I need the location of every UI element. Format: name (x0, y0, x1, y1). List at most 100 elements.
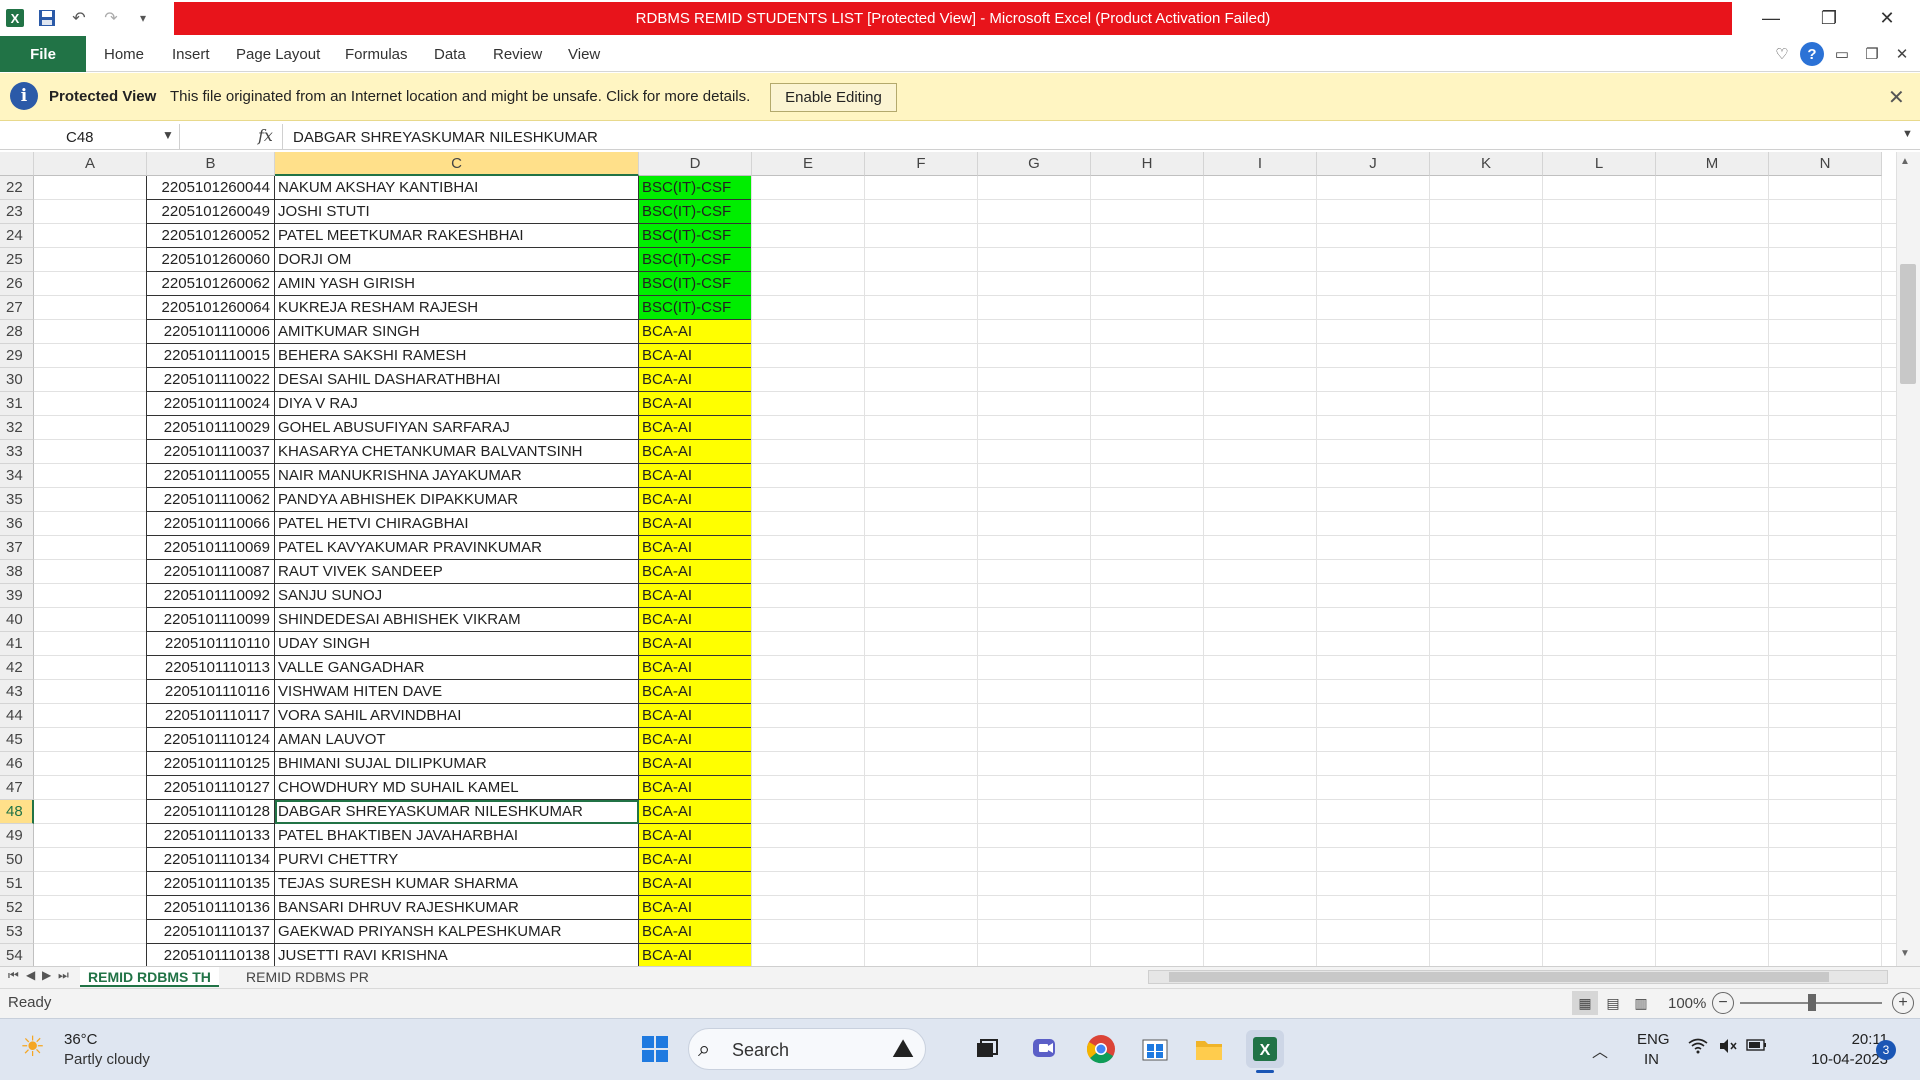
cell-student-name[interactable]: PATEL KAVYAKUMAR PRAVINKUMAR (275, 536, 639, 560)
row-header[interactable]: 43 (0, 680, 34, 704)
cell-a[interactable] (34, 608, 147, 632)
column-header-j[interactable]: J (1317, 152, 1430, 176)
tab-insert[interactable]: Insert (172, 36, 210, 72)
cell-student-name[interactable]: NAKUM AKSHAY KANTIBHAI (275, 176, 639, 200)
protected-view-close-icon[interactable]: ✕ (1888, 85, 1905, 110)
row-header[interactable]: 29 (0, 344, 34, 368)
file-explorer-icon[interactable] (1190, 1030, 1228, 1068)
sheet-tab-remid-rdbms-pr[interactable]: REMID RDBMS PR (240, 967, 375, 987)
cell-a[interactable] (34, 920, 147, 944)
cell-course[interactable]: BCA-AI (639, 848, 752, 872)
row-header[interactable]: 48 (0, 800, 34, 824)
tab-view[interactable]: View (568, 36, 600, 72)
cell-course[interactable]: BCA-AI (639, 776, 752, 800)
select-all-corner[interactable] (0, 152, 34, 176)
cell-a[interactable] (34, 824, 147, 848)
cell-student-name[interactable]: SANJU SUNOJ (275, 584, 639, 608)
cell-student-id[interactable]: 2205101260060 (147, 248, 275, 272)
cell-student-name[interactable]: TEJAS SURESH KUMAR SHARMA (275, 872, 639, 896)
cell-a[interactable] (34, 560, 147, 584)
chevron-up-icon[interactable]: ︿ (1592, 1038, 1608, 1062)
sheet-tab-remid-rdbms-th[interactable]: REMID RDBMS TH (80, 967, 219, 987)
file-tab[interactable]: File (0, 36, 86, 72)
cell-course[interactable]: BSC(IT)-CSF (639, 200, 752, 224)
page-break-view-icon[interactable]: ▥ (1628, 991, 1654, 1015)
clock-date[interactable]: 10-04-2023 (1788, 1051, 1888, 1068)
cell-student-id[interactable]: 2205101110066 (147, 512, 275, 536)
cell-a[interactable] (34, 896, 147, 920)
cell-student-name[interactable]: AMIN YASH GIRISH (275, 272, 639, 296)
cell-student-name[interactable]: KUKREJA RESHAM RAJESH (275, 296, 639, 320)
column-header-l[interactable]: L (1543, 152, 1656, 176)
cell-a[interactable] (34, 872, 147, 896)
cell-student-id[interactable]: 2205101110092 (147, 584, 275, 608)
cell-course[interactable]: BCA-AI (639, 392, 752, 416)
cell-a[interactable] (34, 320, 147, 344)
cell-student-id[interactable]: 2205101110006 (147, 320, 275, 344)
vertical-scrollbar[interactable]: ▲ ▼ (1896, 152, 1920, 966)
cell-student-id[interactable]: 2205101110136 (147, 896, 275, 920)
cell-student-id[interactable]: 2205101110116 (147, 680, 275, 704)
cell-student-id[interactable]: 2205101110015 (147, 344, 275, 368)
redo-icon[interactable]: ↷ (98, 5, 124, 31)
column-header-m[interactable]: M (1656, 152, 1769, 176)
horizontal-scroll-thumb[interactable] (1169, 972, 1829, 982)
cell-a[interactable] (34, 752, 147, 776)
cell-course[interactable]: BCA-AI (639, 440, 752, 464)
cell-course[interactable]: BSC(IT)-CSF (639, 248, 752, 272)
cell-student-name[interactable]: GAEKWAD PRIYANSH KALPESHKUMAR (275, 920, 639, 944)
column-header-b[interactable]: B (147, 152, 275, 176)
scroll-up-icon[interactable]: ▲ (1900, 156, 1910, 167)
notification-badge[interactable]: 3 (1876, 1040, 1896, 1060)
cell-a[interactable] (34, 176, 147, 200)
cell-student-id[interactable]: 2205101260062 (147, 272, 275, 296)
protected-view-message[interactable]: This file originated from an Internet lo… (170, 88, 750, 105)
cell-student-id[interactable]: 2205101110087 (147, 560, 275, 584)
cell-student-id[interactable]: 2205101110135 (147, 872, 275, 896)
cell-a[interactable] (34, 464, 147, 488)
cell-a[interactable] (34, 392, 147, 416)
cell-student-id[interactable]: 2205101110113 (147, 656, 275, 680)
excel-icon[interactable]: X (2, 5, 28, 31)
cell-course[interactable]: BCA-AI (639, 536, 752, 560)
cell-a[interactable] (34, 632, 147, 656)
task-view-icon[interactable] (968, 1030, 1006, 1068)
save-icon[interactable] (34, 5, 60, 31)
language-region[interactable]: IN (1644, 1051, 1659, 1068)
cell-a[interactable] (34, 944, 147, 966)
vertical-scroll-thumb[interactable] (1900, 264, 1916, 384)
row-header[interactable]: 52 (0, 896, 34, 920)
cell-course[interactable]: BCA-AI (639, 464, 752, 488)
insert-function-icon[interactable]: fx (258, 126, 273, 145)
tab-home[interactable]: Home (104, 36, 144, 72)
row-header[interactable]: 37 (0, 536, 34, 560)
cell-student-id[interactable]: 2205101110117 (147, 704, 275, 728)
cell-student-name[interactable]: PATEL HETVI CHIRAGBHAI (275, 512, 639, 536)
search-label[interactable]: Search (732, 1040, 789, 1061)
cell-student-name[interactable]: PATEL BHAKTIBEN JAVAHARBHAI (275, 824, 639, 848)
cell-a[interactable] (34, 656, 147, 680)
cell-a[interactable] (34, 512, 147, 536)
cell-a[interactable] (34, 200, 147, 224)
column-header-d[interactable]: D (639, 152, 752, 176)
row-header[interactable]: 31 (0, 392, 34, 416)
cell-student-name[interactable]: CHOWDHURY MD SUHAIL KAMEL (275, 776, 639, 800)
tab-formulas[interactable]: Formulas (345, 36, 408, 72)
row-header[interactable]: 28 (0, 320, 34, 344)
cell-course[interactable]: BSC(IT)-CSF (639, 272, 752, 296)
cell-student-id[interactable]: 2205101110124 (147, 728, 275, 752)
cell-course[interactable]: BSC(IT)-CSF (639, 176, 752, 200)
cell-course[interactable]: BCA-AI (639, 824, 752, 848)
cell-course[interactable]: BCA-AI (639, 416, 752, 440)
worksheet-grid[interactable]: A B C D E F G H I J K L M N 22 2205101260044 NAKUM AKSHA… (0, 152, 1920, 966)
cell-student-id[interactable]: 2205101110024 (147, 392, 275, 416)
weather-icon[interactable]: ☀ (20, 1030, 56, 1066)
cell-a[interactable] (34, 272, 147, 296)
cell-course[interactable]: BCA-AI (639, 368, 752, 392)
row-header[interactable]: 42 (0, 656, 34, 680)
cell-student-name[interactable]: PURVI CHETTRY (275, 848, 639, 872)
cell-a[interactable] (34, 728, 147, 752)
customize-icon[interactable]: ▾ (130, 5, 156, 31)
row-header[interactable]: 36 (0, 512, 34, 536)
cell-student-name[interactable]: JOSHI STUTI (275, 200, 639, 224)
